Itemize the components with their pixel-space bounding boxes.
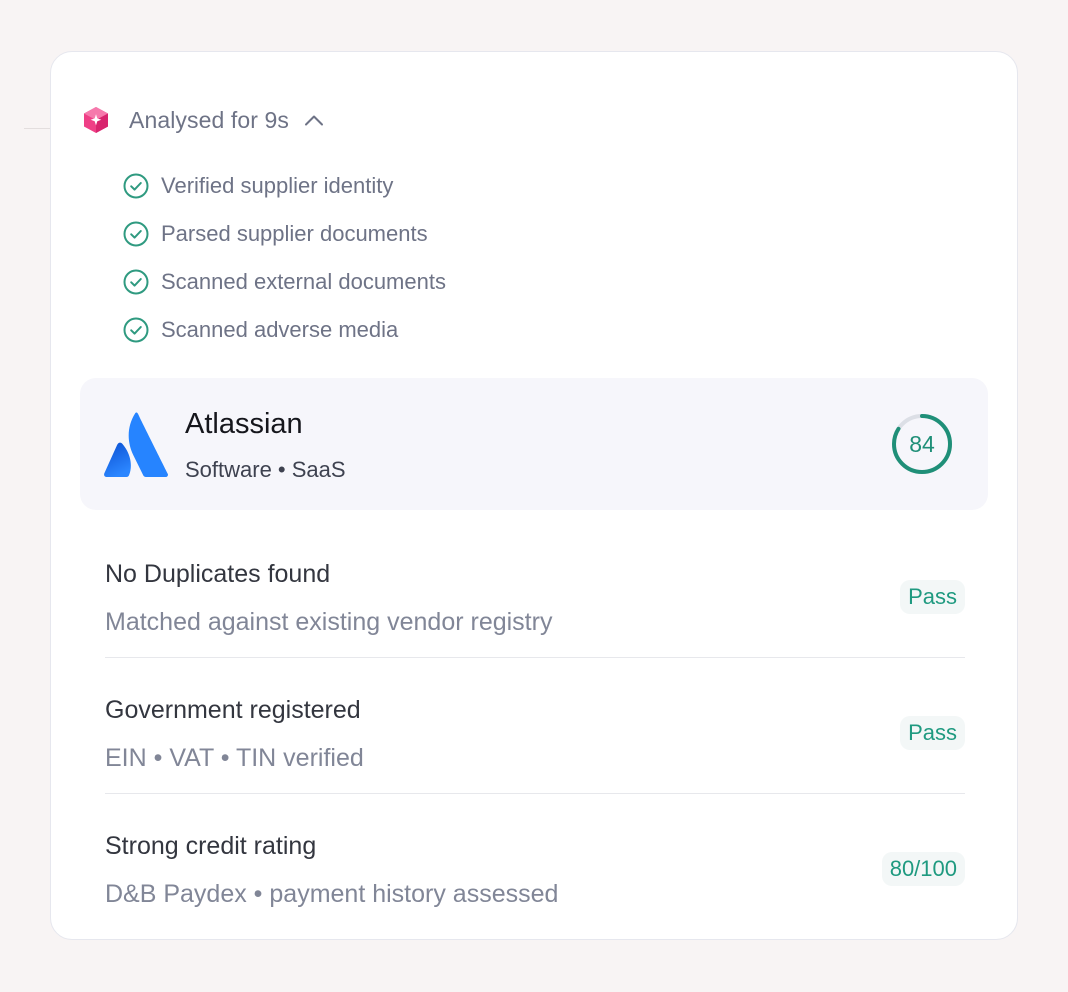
check-item-government: Government registered EIN • VAT • TIN ve…	[105, 658, 965, 794]
analysis-step: Scanned adverse media	[123, 306, 446, 354]
supplier-analysis-card: Analysed for 9s Verified supplier identi…	[50, 51, 1018, 940]
vendor-category: Software • SaaS	[185, 457, 346, 482]
vendor-score-ring: 84	[891, 413, 953, 475]
vendor-name: Atlassian	[185, 408, 303, 440]
analysis-step: Verified supplier identity	[123, 162, 446, 210]
status-badge: Pass	[900, 716, 965, 750]
check-circle-icon	[123, 269, 149, 295]
analysis-step: Scanned external documents	[123, 258, 446, 306]
vendor-summary[interactable]: Atlassian Software • SaaS 84	[80, 378, 988, 510]
analysis-step-label: Verified supplier identity	[161, 173, 394, 198]
check-circle-icon	[123, 317, 149, 343]
atlassian-logo	[104, 412, 168, 477]
chevron-up-icon[interactable]	[303, 113, 325, 127]
check-circle-icon	[123, 173, 149, 199]
analysis-step-label: Scanned adverse media	[161, 317, 399, 342]
analysis-step-label: Scanned external documents	[161, 269, 446, 294]
analysis-step: Parsed supplier documents	[123, 210, 446, 258]
status-badge: Pass	[900, 580, 965, 614]
analysis-toggle[interactable]: Analysed for 9s	[83, 104, 325, 136]
check-item-title: No Duplicates found	[105, 560, 331, 588]
analysis-step-label: Parsed supplier documents	[161, 221, 428, 246]
check-item-subtitle: D&B Paydex • payment history assessed	[105, 880, 559, 908]
check-circle-icon	[123, 221, 149, 247]
check-item-subtitle: EIN • VAT • TIN verified	[105, 744, 364, 772]
check-item-title: Strong credit rating	[105, 832, 317, 860]
check-item-title: Government registered	[105, 696, 361, 724]
score-badge: 80/100	[881, 852, 965, 886]
check-item-credit: Strong credit rating D&B Paydex • paymen…	[105, 794, 965, 930]
analysis-duration-label: Analysed for 9s	[129, 106, 290, 133]
vendor-score-value: 84	[909, 431, 935, 457]
gem-sparkle-icon	[84, 107, 108, 133]
check-item-subtitle: Matched against existing vendor registry	[105, 608, 553, 636]
check-item-duplicates: No Duplicates found Matched against exis…	[105, 522, 965, 658]
background-divider	[24, 128, 50, 129]
analysis-steps-list: Verified supplier identity Parsed suppli…	[123, 162, 446, 354]
